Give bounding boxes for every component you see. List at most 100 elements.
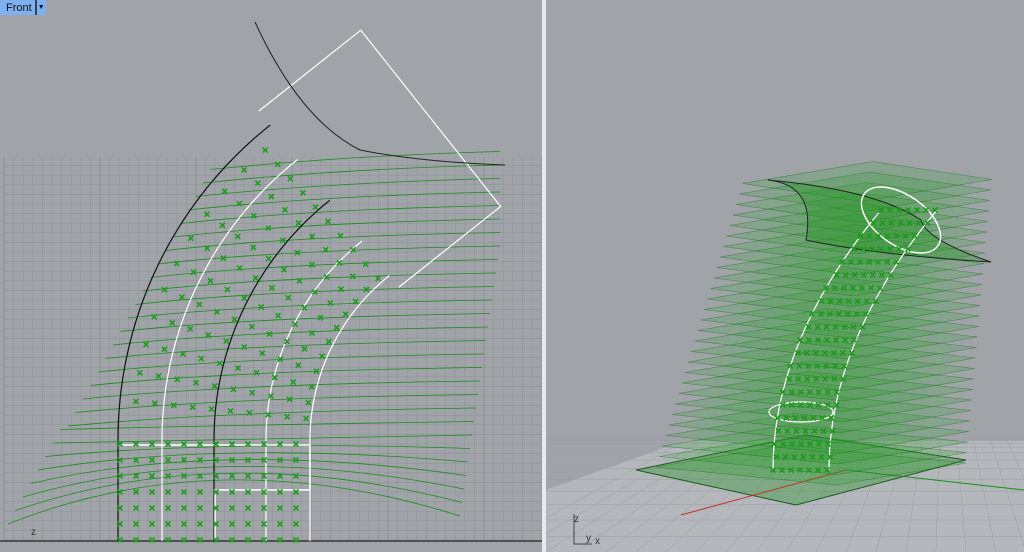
point-marker <box>164 456 172 464</box>
point-marker <box>132 398 139 405</box>
axis-label-x: x <box>595 536 600 547</box>
point-marker <box>203 211 211 218</box>
section-curve <box>60 421 475 430</box>
point-marker <box>249 389 256 396</box>
point-marker <box>342 311 349 318</box>
pipe-edge <box>117 124 271 541</box>
section-curve <box>90 367 483 386</box>
surface-edge <box>254 21 506 166</box>
section-curve <box>210 151 501 170</box>
point-marker <box>196 520 204 528</box>
section-curve <box>195 178 501 197</box>
point-marker <box>244 456 252 464</box>
point-marker <box>292 520 300 528</box>
point-marker <box>164 520 172 528</box>
point-marker <box>308 329 315 337</box>
point-marker <box>132 520 140 528</box>
section-curve <box>67 407 477 427</box>
point-marker <box>301 345 308 352</box>
point-marker <box>292 472 300 480</box>
point-marker <box>275 312 282 319</box>
point-marker <box>228 472 236 480</box>
section-curve <box>187 191 501 211</box>
section-curve <box>45 445 471 457</box>
point-marker <box>284 413 291 420</box>
point-marker <box>142 341 150 348</box>
pipe-edge <box>161 159 298 541</box>
point-marker <box>187 235 194 242</box>
point-marker <box>148 472 156 480</box>
point-marker <box>169 319 176 326</box>
viewport-title[interactable]: Front <box>0 2 35 14</box>
point-marker <box>151 400 158 407</box>
point-marker <box>274 161 281 168</box>
point-marker <box>228 520 236 528</box>
point-marker <box>219 222 226 229</box>
axis-label-z: z <box>31 527 36 538</box>
point-marker <box>196 456 204 464</box>
point-marker <box>148 456 156 464</box>
section-curve <box>172 218 501 238</box>
point-marker <box>136 369 143 376</box>
point-marker <box>161 286 168 293</box>
point-marker <box>208 405 215 413</box>
point-marker <box>265 255 272 262</box>
point-marker <box>252 274 259 282</box>
point-marker <box>196 301 203 308</box>
axis-label-y: y <box>586 533 591 544</box>
section-curve <box>7 479 461 525</box>
point-marker <box>155 373 162 380</box>
point-marker <box>224 286 231 293</box>
pipe-edge <box>265 240 363 541</box>
front-viewport[interactable]: Front ▼ z <box>0 0 542 552</box>
front-view-canvas[interactable] <box>0 0 542 552</box>
point-marker <box>308 261 316 268</box>
section-curve <box>82 380 481 400</box>
point-marker <box>164 504 172 512</box>
point-marker <box>198 355 205 362</box>
point-marker <box>312 204 319 211</box>
point-marker <box>375 275 382 282</box>
point-marker <box>228 504 236 512</box>
section-curve <box>112 326 489 346</box>
point-marker <box>216 360 223 367</box>
point-marker <box>305 399 312 406</box>
perspective-view-canvas[interactable] <box>546 0 1024 552</box>
point-marker <box>190 269 197 276</box>
end-cap-outline <box>258 29 502 288</box>
point-marker <box>281 206 289 213</box>
point-marker <box>132 472 140 480</box>
point-marker <box>244 520 252 528</box>
point-marker <box>250 244 257 251</box>
point-marker <box>148 520 156 528</box>
point-marker <box>227 407 234 415</box>
point-marker <box>276 520 284 528</box>
point-marker <box>309 233 316 240</box>
point-marker <box>244 504 252 512</box>
point-marker <box>196 504 204 512</box>
point-marker <box>253 369 260 376</box>
point-marker <box>174 376 181 383</box>
point-marker <box>132 504 140 512</box>
point-marker <box>161 346 168 353</box>
point-marker <box>180 504 188 512</box>
point-marker <box>292 504 300 512</box>
point-marker <box>234 364 242 372</box>
point-marker <box>285 294 292 301</box>
point-marker <box>148 504 156 512</box>
point-marker <box>178 294 186 301</box>
point-marker <box>268 284 275 291</box>
axis-label-z: z <box>574 514 579 525</box>
point-marker <box>362 261 369 268</box>
point-marker <box>230 386 237 393</box>
dropdown-arrow-icon[interactable]: ▼ <box>34 0 46 15</box>
viewport-tab-front[interactable]: Front ▼ <box>0 0 46 15</box>
point-marker <box>170 402 177 409</box>
perspective-viewport[interactable]: z y x <box>546 0 1024 552</box>
point-marker <box>262 146 269 154</box>
point-marker <box>164 472 172 480</box>
point-marker <box>337 286 345 293</box>
point-marker <box>266 331 273 338</box>
section-curve <box>127 299 493 319</box>
point-marker <box>276 504 284 512</box>
